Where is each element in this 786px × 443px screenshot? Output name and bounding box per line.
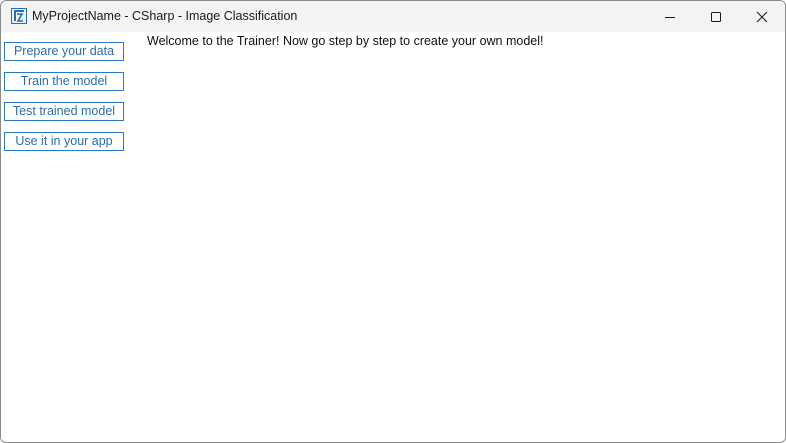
app-window: MyProjectName - CSharp - Image Classific… bbox=[0, 0, 786, 443]
maximize-button[interactable] bbox=[693, 1, 739, 32]
title-bar[interactable]: MyProjectName - CSharp - Image Classific… bbox=[1, 1, 785, 32]
train-model-button[interactable]: Train the model bbox=[4, 72, 124, 91]
prepare-data-button[interactable]: Prepare your data bbox=[4, 42, 124, 61]
main-content: Prepare your data Train the model Test t… bbox=[1, 32, 785, 442]
minimize-icon bbox=[664, 11, 676, 23]
maximize-icon bbox=[710, 11, 722, 23]
window-title: MyProjectName - CSharp - Image Classific… bbox=[32, 9, 298, 23]
use-in-app-button[interactable]: Use it in your app bbox=[4, 132, 124, 151]
app-logo-icon bbox=[11, 8, 27, 24]
close-button[interactable] bbox=[739, 1, 785, 32]
minimize-button[interactable] bbox=[647, 1, 693, 32]
close-icon bbox=[756, 11, 768, 23]
welcome-message: Welcome to the Trainer! Now go step by s… bbox=[147, 34, 544, 48]
test-model-button[interactable]: Test trained model bbox=[4, 102, 124, 121]
